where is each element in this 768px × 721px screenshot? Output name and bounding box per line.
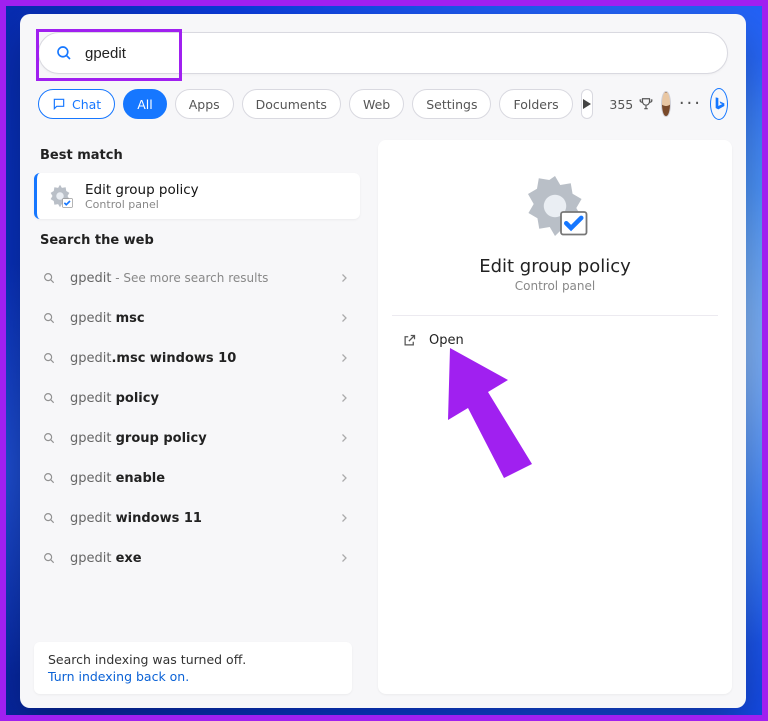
bing-chat-icon xyxy=(52,97,66,111)
indexing-notice: Search indexing was turned off. Turn ind… xyxy=(34,642,352,694)
chevron-right-icon xyxy=(338,352,350,364)
best-match-title: Edit group policy xyxy=(85,182,199,198)
bing-button[interactable] xyxy=(710,88,728,120)
search-icon xyxy=(55,44,73,62)
web-result-row[interactable]: gpedit msc xyxy=(20,298,366,338)
indexing-turn-on-link[interactable]: Turn indexing back on. xyxy=(48,669,338,684)
chip-folders[interactable]: Folders xyxy=(499,89,572,119)
user-avatar[interactable] xyxy=(661,91,671,117)
web-result-row[interactable]: gpedit.msc windows 10 xyxy=(20,338,366,378)
chevron-right-icon xyxy=(338,552,350,564)
web-result-label: gpedit msc xyxy=(70,311,338,326)
best-match-subtitle: Control panel xyxy=(85,198,199,211)
web-result-row[interactable]: gpedit exe xyxy=(20,538,366,578)
open-label: Open xyxy=(429,333,464,348)
chip-folders-label: Folders xyxy=(513,97,558,112)
best-match-result[interactable]: Edit group policy Control panel xyxy=(34,173,360,219)
settings-check-icon xyxy=(45,181,75,211)
detail-title: Edit group policy xyxy=(479,256,631,277)
chip-settings[interactable]: Settings xyxy=(412,89,491,119)
chip-documents-label: Documents xyxy=(256,97,327,112)
web-result-label: gpedit exe xyxy=(70,551,338,566)
web-result-row[interactable]: gpedit group policy xyxy=(20,418,366,458)
web-result-label: gpedit windows 11 xyxy=(70,511,338,526)
search-icon xyxy=(42,311,56,325)
bing-icon xyxy=(711,96,727,112)
search-icon xyxy=(42,351,56,365)
chevron-right-icon xyxy=(338,312,350,324)
search-bar-container xyxy=(20,14,746,74)
trophy-icon xyxy=(639,97,653,111)
rewards-points-value: 355 xyxy=(609,97,633,112)
web-result-row[interactable]: gpedit enable xyxy=(20,458,366,498)
search-input[interactable] xyxy=(83,44,711,63)
settings-check-icon xyxy=(519,170,591,242)
chevron-right-icon xyxy=(338,512,350,524)
chip-web[interactable]: Web xyxy=(349,89,404,119)
chip-documents[interactable]: Documents xyxy=(242,89,341,119)
open-action[interactable]: Open xyxy=(396,322,714,358)
detail-panel: Edit group policy Control panel Open xyxy=(378,140,732,694)
overflow-menu[interactable]: ··· xyxy=(679,95,702,113)
chip-web-label: Web xyxy=(363,97,390,112)
chip-more-filters[interactable] xyxy=(581,89,594,119)
web-result-row[interactable]: gpedit policy xyxy=(20,378,366,418)
chip-all-label: All xyxy=(137,97,153,112)
chevron-right-icon xyxy=(338,392,350,404)
chevron-right-icon xyxy=(338,432,350,444)
indexing-line1: Search indexing was turned off. xyxy=(48,652,338,667)
open-icon xyxy=(402,333,417,348)
chip-chat-label: Chat xyxy=(72,97,101,112)
chip-apps-label: Apps xyxy=(189,97,220,112)
chip-settings-label: Settings xyxy=(426,97,477,112)
chip-all[interactable]: All xyxy=(123,89,167,119)
divider xyxy=(392,315,718,316)
play-icon xyxy=(582,99,592,109)
search-icon xyxy=(42,511,56,525)
web-result-row[interactable]: gpedit windows 11 xyxy=(20,498,366,538)
rewards-points[interactable]: 355 xyxy=(609,97,653,112)
search-icon xyxy=(42,271,56,285)
detail-subtitle: Control panel xyxy=(515,279,595,293)
search-icon xyxy=(42,431,56,445)
section-search-web: Search the web xyxy=(20,219,366,258)
chevron-right-icon xyxy=(338,472,350,484)
filter-chip-row: Chat All Apps Documents Web Settings Fol… xyxy=(20,74,746,134)
search-icon xyxy=(42,551,56,565)
web-result-label: gpedit policy xyxy=(70,391,338,406)
search-bar[interactable] xyxy=(38,32,728,74)
search-icon xyxy=(42,391,56,405)
windows-search-flyout: Chat All Apps Documents Web Settings Fol… xyxy=(20,14,746,708)
chip-apps[interactable]: Apps xyxy=(175,89,234,119)
web-result-row[interactable]: gpedit - See more search results xyxy=(20,258,366,298)
chip-chat[interactable]: Chat xyxy=(38,89,115,119)
web-result-label: gpedit group policy xyxy=(70,431,338,446)
web-result-label: gpedit enable xyxy=(70,471,338,486)
web-result-label: gpedit - See more search results xyxy=(70,271,338,286)
section-best-match: Best match xyxy=(20,134,366,173)
chevron-right-icon xyxy=(338,272,350,284)
web-results-list: gpedit - See more search results gpedit m… xyxy=(20,258,366,578)
web-result-label: gpedit.msc windows 10 xyxy=(70,351,338,366)
results-panel: Best match Edit group policy Control pan… xyxy=(20,134,372,708)
search-icon xyxy=(42,471,56,485)
